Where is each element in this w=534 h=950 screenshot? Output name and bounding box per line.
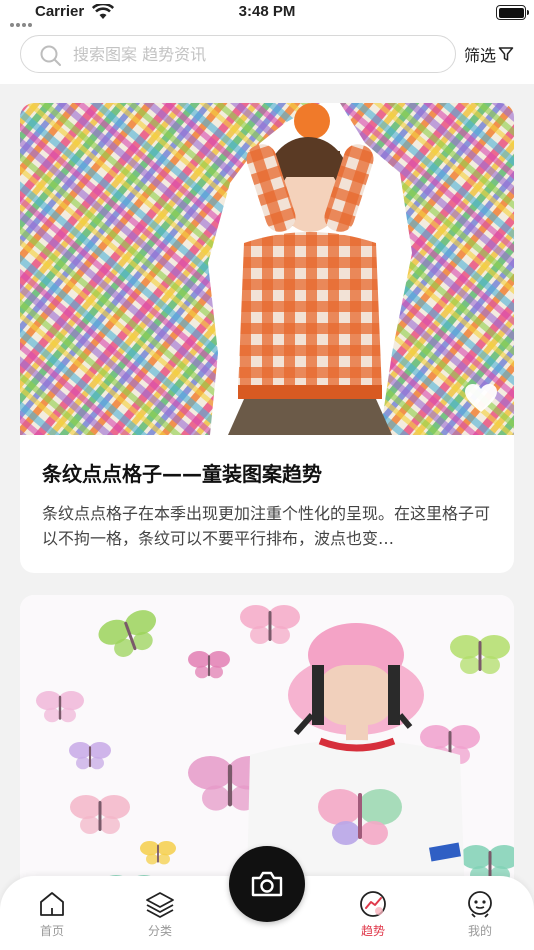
clock: 3:48 PM — [238, 3, 296, 20]
trend-icon — [360, 891, 386, 917]
filter-label: 筛选 — [464, 46, 497, 65]
filter-button[interactable]: 筛选 — [464, 42, 514, 66]
article-description: 条纹点点格子在本季出现更加注重个性化的呈现。在这里格子可以不拘一格，条纹可以不要… — [42, 504, 491, 548]
camera-icon — [251, 871, 283, 897]
camera-button[interactable] — [229, 846, 305, 922]
tab-home[interactable]: 首页 — [17, 890, 87, 939]
header: Carrier 3:48 PM 筛选 — [0, 0, 534, 84]
search-bar[interactable] — [20, 35, 456, 73]
article-card[interactable]: 条纹点点格子——童装图案趋势 条纹点点格子在本季出现更加注重个性化的呈现。在这里… — [20, 103, 514, 573]
tab-categories-label: 分类 — [147, 924, 172, 938]
tab-profile[interactable]: 我的 — [445, 890, 515, 939]
funnel-icon — [498, 47, 514, 61]
tab-home-label: 首页 — [39, 924, 64, 938]
favorite-heart-icon[interactable] — [464, 383, 498, 413]
search-icon — [40, 45, 61, 66]
article-title: 条纹点点格子——童装图案趋势 — [42, 462, 322, 486]
tab-trends[interactable]: 趋势 — [338, 890, 408, 939]
profile-icon — [468, 891, 492, 918]
layers-icon — [146, 892, 174, 918]
article-image[interactable] — [20, 103, 514, 435]
tab-categories[interactable]: 分类 — [125, 890, 195, 939]
status-bar: Carrier 3:48 PM — [0, 0, 534, 27]
tab-trends-label: 趋势 — [360, 924, 385, 938]
search-input[interactable] — [73, 40, 443, 68]
home-icon — [40, 892, 64, 916]
battery-icon — [496, 5, 529, 20]
crayon-plaid-pattern — [20, 103, 514, 435]
tab-profile-label: 我的 — [467, 924, 492, 938]
